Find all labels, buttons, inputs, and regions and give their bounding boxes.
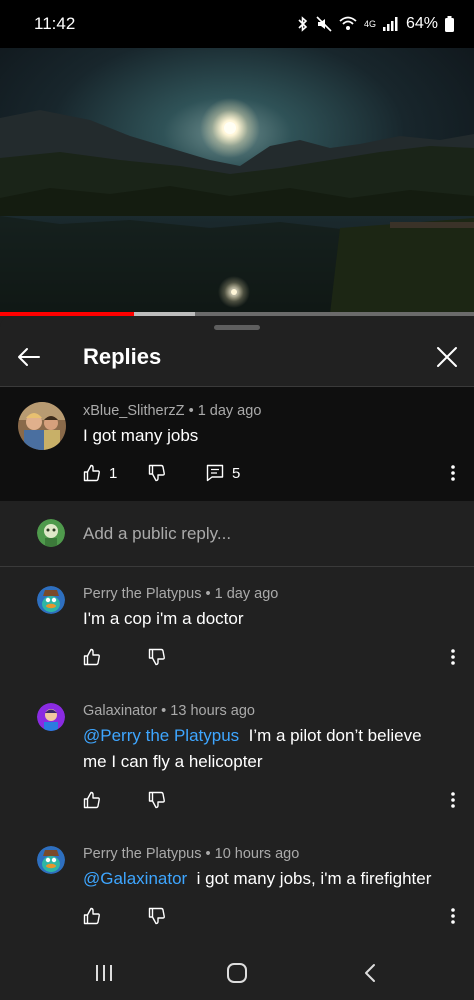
dislike-button[interactable] bbox=[148, 907, 166, 925]
user-avatar-image bbox=[37, 519, 65, 547]
perry-avatar-image bbox=[37, 586, 65, 614]
comment-author[interactable]: xBlue_SlitherzZ bbox=[83, 403, 185, 419]
video-frame bbox=[0, 48, 474, 314]
avatar[interactable] bbox=[37, 846, 65, 874]
panel-title: Replies bbox=[83, 344, 162, 369]
battery-icon bbox=[445, 16, 454, 32]
comment-meta: xBlue_SlitherzZ • 1 day ago bbox=[83, 403, 262, 419]
arrow-left-icon bbox=[18, 348, 40, 366]
galaxinator-avatar-image bbox=[37, 703, 65, 731]
reply-meta: Perry the Platypus • 1 day ago bbox=[83, 586, 279, 602]
reply-divider bbox=[0, 566, 474, 567]
user-avatar bbox=[37, 519, 65, 547]
comment-time: 1 day ago bbox=[197, 403, 262, 419]
more-vert-icon bbox=[451, 649, 455, 665]
status-time: 11:42 bbox=[34, 14, 76, 33]
signal-icon bbox=[382, 17, 399, 31]
home-icon bbox=[227, 963, 247, 983]
avatar[interactable] bbox=[37, 586, 65, 614]
reply-author[interactable]: Galaxinator bbox=[83, 703, 157, 719]
reply-count: 5 bbox=[232, 464, 241, 482]
more-options-button[interactable] bbox=[443, 645, 463, 669]
reply-time: 13 hours ago bbox=[170, 703, 255, 719]
mention-link[interactable]: @Perry the Platypus bbox=[83, 726, 239, 745]
comment-icon bbox=[206, 464, 224, 482]
reply-box[interactable] bbox=[0, 501, 474, 567]
like-count: 1 bbox=[109, 464, 118, 482]
back-button[interactable] bbox=[12, 340, 46, 374]
reply-text: @Perry the Platypus I’m a pilot don’t be… bbox=[83, 726, 422, 771]
home-button[interactable] bbox=[217, 958, 257, 988]
thumbs-up-icon bbox=[83, 907, 100, 925]
more-vert-icon bbox=[451, 792, 455, 808]
reply-text: I'm a cop i'm a doctor bbox=[83, 609, 244, 628]
close-button[interactable] bbox=[430, 340, 464, 374]
comment-text: I got many jobs bbox=[83, 426, 199, 445]
avatar-photo bbox=[18, 402, 66, 450]
wifi-icon bbox=[339, 16, 357, 32]
more-vert-icon bbox=[451, 908, 455, 924]
thumbs-up-icon bbox=[83, 464, 100, 482]
network-type: 4G bbox=[363, 19, 376, 29]
reply-time: 1 day ago bbox=[214, 586, 279, 602]
reply-input[interactable]: Add a public reply... bbox=[83, 524, 231, 544]
drag-handle[interactable] bbox=[214, 325, 260, 330]
nav-back-button[interactable] bbox=[350, 958, 390, 988]
dislike-button[interactable] bbox=[148, 648, 166, 666]
more-options-button[interactable] bbox=[443, 461, 463, 485]
avatar[interactable] bbox=[18, 402, 66, 450]
reply-meta: Perry the Platypus • 10 hours ago bbox=[83, 846, 300, 862]
bluetooth-icon bbox=[297, 16, 309, 32]
thumbs-up-icon bbox=[83, 648, 100, 666]
reply-meta: Galaxinator • 13 hours ago bbox=[83, 703, 255, 719]
avatar[interactable] bbox=[37, 703, 65, 731]
like-button[interactable] bbox=[83, 648, 101, 666]
mute-icon bbox=[316, 16, 332, 32]
dislike-button[interactable] bbox=[148, 464, 166, 482]
reply-author[interactable]: Perry the Platypus bbox=[83, 846, 201, 862]
mention-link[interactable]: @Galaxinator bbox=[83, 869, 187, 888]
status-icons: 4G 64% bbox=[297, 15, 454, 33]
thumbs-down-icon bbox=[148, 791, 165, 809]
reply-time: 10 hours ago bbox=[214, 846, 300, 862]
replies-button[interactable]: 5 bbox=[206, 464, 240, 482]
dislike-button[interactable] bbox=[148, 791, 166, 809]
more-options-button[interactable] bbox=[443, 788, 463, 812]
perry-avatar-image bbox=[37, 846, 65, 874]
more-vert-icon bbox=[451, 465, 455, 481]
reply-author[interactable]: Perry the Platypus bbox=[83, 586, 201, 602]
like-button[interactable] bbox=[83, 907, 101, 925]
thumbs-down-icon bbox=[148, 464, 165, 482]
video-player[interactable] bbox=[0, 48, 474, 314]
thumbs-down-icon bbox=[148, 907, 165, 925]
close-icon bbox=[437, 347, 457, 367]
recent-apps-icon bbox=[96, 965, 112, 981]
battery-percent: 64% bbox=[405, 15, 438, 32]
recent-apps-button[interactable] bbox=[84, 958, 124, 988]
thumbs-down-icon bbox=[148, 648, 165, 666]
more-options-button[interactable] bbox=[443, 904, 463, 928]
back-icon bbox=[365, 964, 375, 982]
like-button[interactable]: 1 bbox=[83, 464, 117, 482]
reply-text: @Galaxinator i got many jobs, i'm a fire… bbox=[83, 869, 432, 888]
like-button[interactable] bbox=[83, 791, 101, 809]
status-bar: 11:42 4G 64% bbox=[0, 0, 474, 48]
thumbs-up-icon bbox=[83, 791, 100, 809]
